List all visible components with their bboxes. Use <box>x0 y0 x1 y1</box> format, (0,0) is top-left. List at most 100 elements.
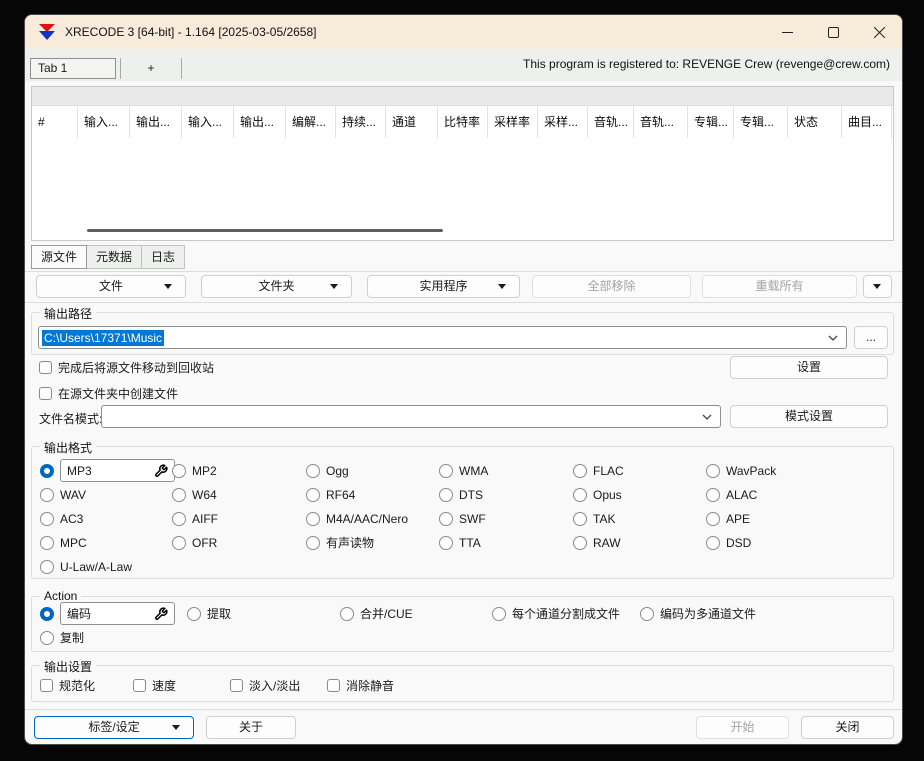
format-radio-alac[interactable]: ALAC <box>706 483 757 506</box>
tags-settings-button[interactable]: 标签/设定 <box>34 716 194 739</box>
remove-all-button[interactable]: 全部移除 <box>532 275 691 298</box>
start-button[interactable]: 开始 <box>696 716 789 739</box>
setting-checkbox-[interactable]: 消除静音 <box>327 674 394 697</box>
format-radio-tak-label: TAK <box>593 512 615 526</box>
format-radio-mp2[interactable]: MP2 <box>172 459 217 482</box>
create-in-source-label: 在源文件夹中创建文件 <box>58 385 178 402</box>
column-header-15[interactable]: 状态 <box>788 106 842 138</box>
column-header-5[interactable]: 编解... <box>286 106 336 138</box>
format-radio-flac[interactable]: FLAC <box>573 459 624 482</box>
action-radio-[interactable]: 复制 <box>40 626 84 649</box>
format-radio-ofr[interactable]: OFR <box>172 531 217 554</box>
action-radio-[interactable]: 每个通道分割成文件 <box>492 602 620 625</box>
output-path-combobox[interactable]: C:\Users\17371\Music <box>38 326 847 349</box>
format-radio-ofr-label: OFR <box>192 536 217 550</box>
format-radio-tta[interactable]: TTA <box>439 531 481 554</box>
radio-icon <box>40 607 54 621</box>
format-radio-wav-label: WAV <box>60 488 86 502</box>
radio-icon <box>706 488 720 502</box>
column-header-16[interactable]: 曲目... <box>842 106 892 138</box>
format-radio-mp2-label: MP2 <box>192 464 217 478</box>
column-header-11[interactable]: 音轨... <box>588 106 634 138</box>
format-radio-tak[interactable]: TAK <box>573 507 615 530</box>
browse-button[interactable]: ... <box>854 326 888 349</box>
about-button[interactable]: 关于 <box>206 716 296 739</box>
format-radio-dts[interactable]: DTS <box>439 483 483 506</box>
column-header-10[interactable]: 采样... <box>538 106 588 138</box>
add-tab-button[interactable]: + <box>121 58 181 79</box>
action-radio-[interactable]: 编码 <box>40 602 175 625</box>
column-header-2[interactable]: 输出... <box>130 106 182 138</box>
pattern-settings-button[interactable]: 模式设置 <box>730 405 888 428</box>
column-header-7[interactable]: 通道 <box>386 106 438 138</box>
action-radio-cue[interactable]: 合并/CUE <box>340 602 413 625</box>
column-header-6[interactable]: 持续... <box>336 106 386 138</box>
chevron-down-icon[interactable] <box>702 414 712 420</box>
action-grid: 编码提取 合并/CUE 每个通道分割成文件编码为多通道文件复制 <box>32 597 893 651</box>
format-radio-ac3[interactable]: AC3 <box>40 507 83 530</box>
more-button[interactable] <box>863 275 892 298</box>
recycle-checkbox-label: 完成后将源文件移动到回收站 <box>58 359 214 376</box>
maximize-button[interactable] <box>810 15 856 49</box>
column-header-9[interactable]: 采样率 <box>488 106 538 138</box>
minimize-button[interactable] <box>764 15 810 49</box>
format-radio-aiff[interactable]: AIFF <box>172 507 218 530</box>
dropdown-arrow-icon <box>873 284 881 289</box>
format-radio-mp3[interactable]: MP3 <box>40 459 175 482</box>
file-button[interactable]: 文件 <box>36 275 186 298</box>
action-radio-[interactable]: 提取 <box>187 602 231 625</box>
recycle-checkbox[interactable]: 完成后将源文件移动到回收站 <box>39 359 214 375</box>
format-radio-wav[interactable]: WAV <box>40 483 86 506</box>
create-in-source-checkbox[interactable]: 在源文件夹中创建文件 <box>39 385 178 401</box>
format-radio-u-law-a-law[interactable]: U-Law/A-Law <box>40 555 132 578</box>
view-tab-[interactable]: 元数据 <box>87 245 142 269</box>
format-radio-wavpack[interactable]: WavPack <box>706 459 776 482</box>
format-radio-w64[interactable]: W64 <box>172 483 217 506</box>
column-header-8[interactable]: 比特率 <box>438 106 488 138</box>
format-radio-opus-label: Opus <box>593 488 622 502</box>
format-radio-m4a-aac-nero[interactable]: M4A/AAC/Nero <box>306 507 408 530</box>
format-radio-[interactable]: 有声读物 <box>306 531 374 554</box>
table-body[interactable] <box>32 138 893 230</box>
tab-1[interactable]: Tab 1 <box>30 58 116 79</box>
pattern-settings-label: 模式设置 <box>785 409 833 423</box>
radio-icon <box>706 536 720 550</box>
column-header-0[interactable]: # <box>32 106 78 138</box>
radio-icon <box>40 560 54 574</box>
format-radio-raw[interactable]: RAW <box>573 531 621 554</box>
format-radio-dsd[interactable]: DSD <box>706 531 751 554</box>
action-radio--editbox[interactable]: 编码 <box>60 602 175 625</box>
folder-button[interactable]: 文件夹 <box>201 275 352 298</box>
settings-button[interactable]: 设置 <box>730 356 888 379</box>
remove-all-label: 全部移除 <box>587 279 635 293</box>
view-tab-[interactable]: 日志 <box>142 245 185 269</box>
column-header-4[interactable]: 输出... <box>234 106 286 138</box>
column-header-3[interactable]: 输入... <box>182 106 234 138</box>
utilities-button[interactable]: 实用程序 <box>367 275 520 298</box>
action-radio-[interactable]: 编码为多通道文件 <box>640 602 756 625</box>
format-radio-swf[interactable]: SWF <box>439 507 486 530</box>
view-tab-[interactable]: 源文件 <box>31 245 87 269</box>
reload-all-button[interactable]: 重载所有 <box>702 275 857 298</box>
chevron-down-icon[interactable] <box>828 335 838 341</box>
horizontal-scrollbar[interactable] <box>87 229 443 232</box>
column-header-12[interactable]: 音轨... <box>634 106 688 138</box>
filename-pattern-combobox[interactable] <box>101 405 721 428</box>
column-header-14[interactable]: 专辑... <box>734 106 788 138</box>
format-radio-mpc[interactable]: MPC <box>40 531 87 554</box>
format-radio-mp3-editbox[interactable]: MP3 <box>60 459 175 482</box>
file-table[interactable]: #输入...输出...输入...输出...编解...持续...通道比特率采样率采… <box>31 86 894 241</box>
format-radio-opus[interactable]: Opus <box>573 483 622 506</box>
format-radio-rf64[interactable]: RF64 <box>306 483 355 506</box>
column-header-1[interactable]: 输入... <box>78 106 130 138</box>
close-button[interactable] <box>856 15 902 49</box>
setting-checkbox-[interactable]: 规范化 <box>40 674 95 697</box>
column-header-13[interactable]: 专辑... <box>688 106 734 138</box>
format-radio-wma[interactable]: WMA <box>439 459 488 482</box>
setting-checkbox-[interactable]: 淡入/淡出 <box>230 674 300 697</box>
setting-checkbox-[interactable]: 速度 <box>133 674 176 697</box>
format-radio-w64-label: W64 <box>192 488 217 502</box>
format-radio-ape[interactable]: APE <box>706 507 750 530</box>
close-dialog-button[interactable]: 关闭 <box>801 716 894 739</box>
format-radio-ogg[interactable]: Ogg <box>306 459 349 482</box>
